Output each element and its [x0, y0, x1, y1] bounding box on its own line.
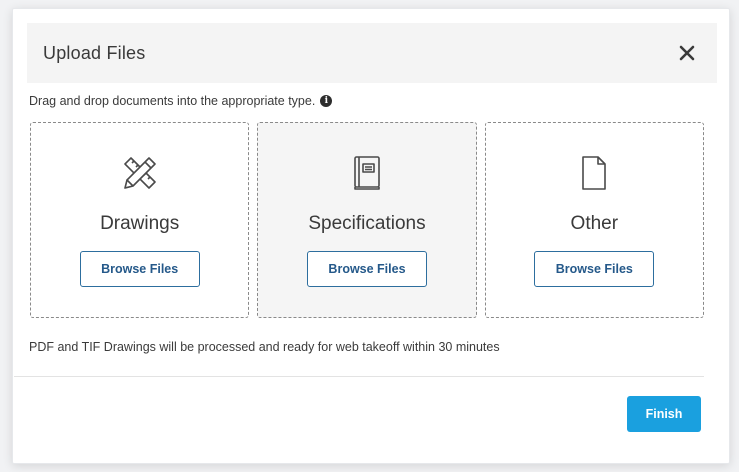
drop-zone-drawings[interactable]: Drawings Browse Files: [30, 122, 250, 318]
instruction-text: Drag and drop documents into the appropr…: [29, 94, 316, 108]
drop-zone-specifications[interactable]: Specifications Browse Files: [257, 122, 477, 318]
browse-files-drawings-button[interactable]: Browse Files: [79, 251, 200, 287]
document-icon: [574, 153, 614, 193]
dialog-header: Upload Files: [27, 23, 717, 83]
finish-button[interactable]: Finish: [627, 396, 701, 432]
zone-label-other: Other: [570, 213, 619, 234]
upload-instruction: Drag and drop documents into the appropr…: [29, 94, 333, 108]
zone-label-specifications: Specifications: [308, 213, 426, 234]
browse-files-other-button[interactable]: Browse Files: [534, 251, 655, 287]
footer-divider: [14, 376, 704, 377]
drop-zone-other[interactable]: Other Browse Files: [484, 122, 704, 318]
zone-label-drawings: Drawings: [100, 213, 180, 234]
info-icon[interactable]: i: [320, 95, 333, 107]
processing-note: PDF and TIF Drawings will be processed a…: [29, 340, 500, 354]
close-icon[interactable]: [675, 41, 699, 65]
browse-files-specifications-button[interactable]: Browse Files: [306, 251, 427, 287]
book-icon: [347, 153, 387, 193]
drop-zones: Drawings Browse Files Specifications Bro…: [30, 122, 704, 318]
pencil-ruler-icon: [120, 153, 160, 193]
dialog-title: Upload Files: [43, 42, 146, 63]
